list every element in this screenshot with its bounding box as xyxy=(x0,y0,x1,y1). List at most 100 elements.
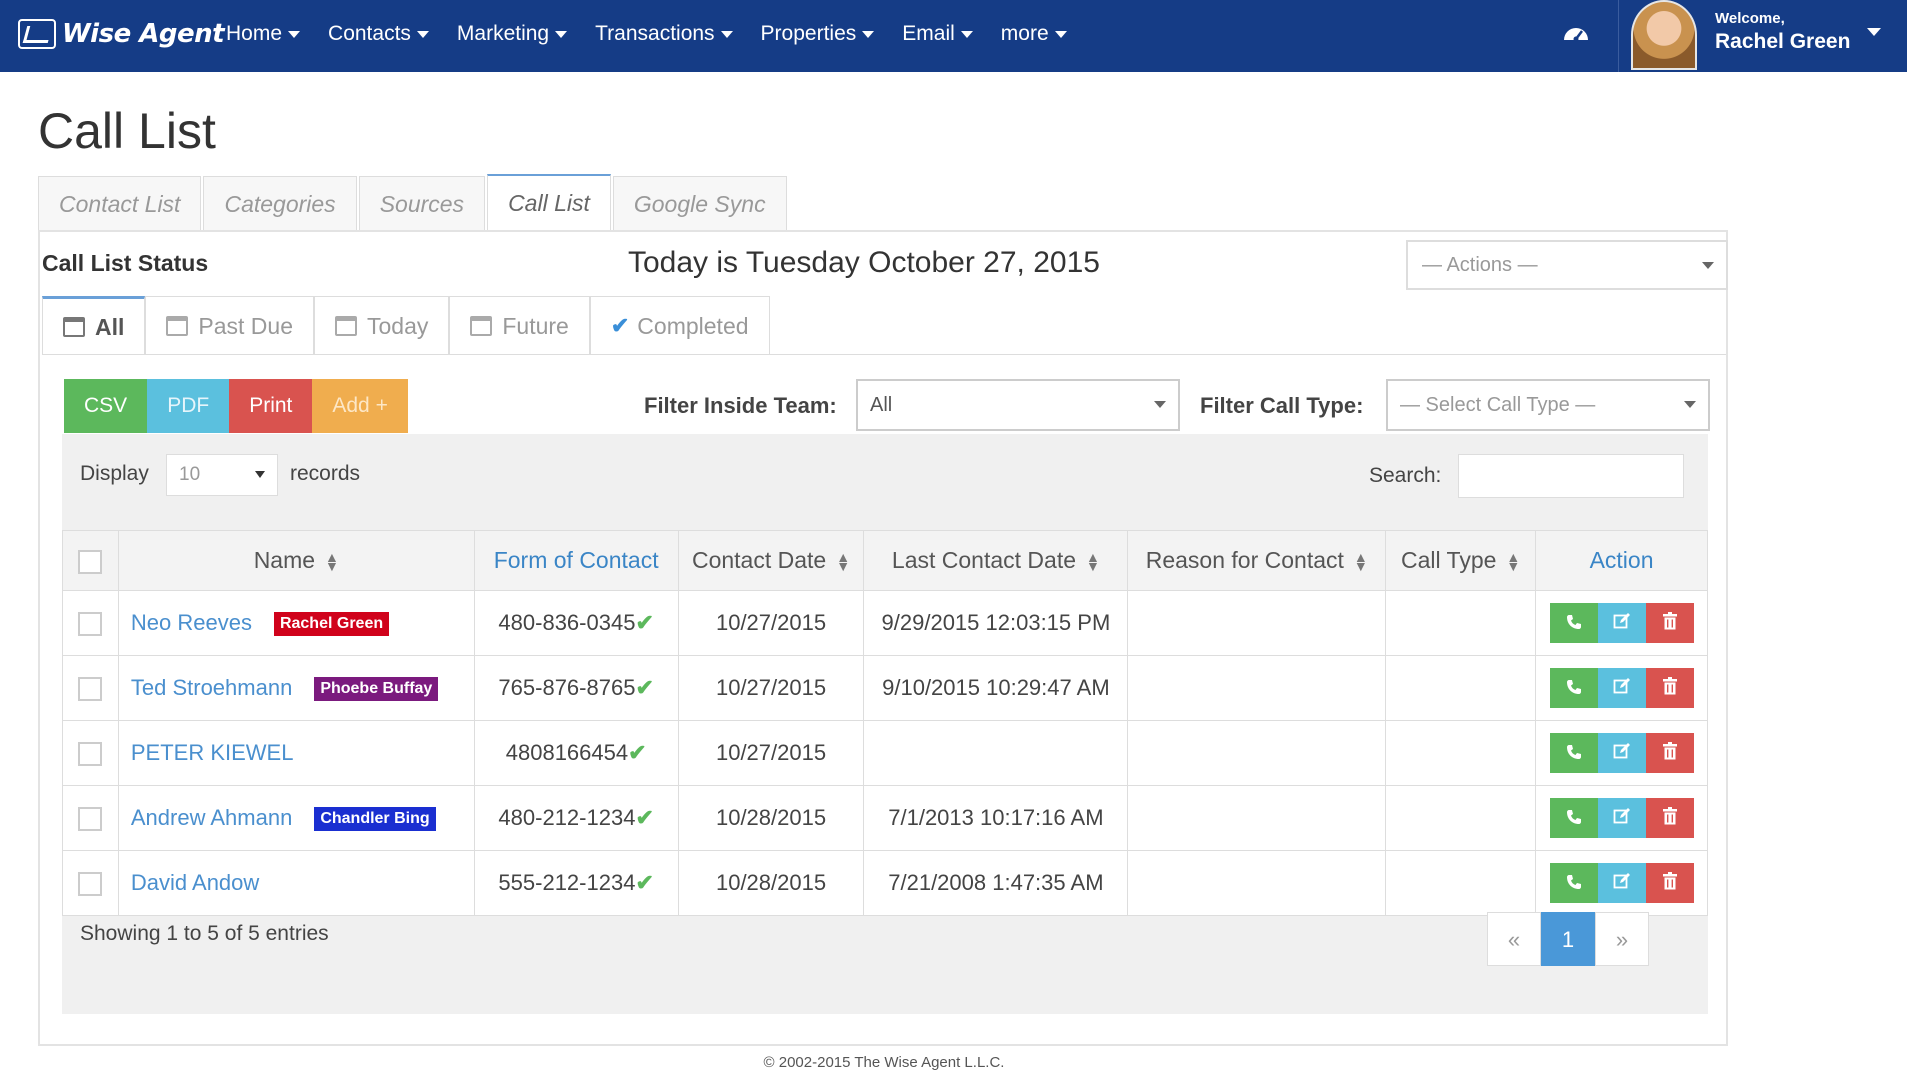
phone-number[interactable]: 480-212-1234 xyxy=(498,805,635,830)
name-header[interactable]: Name ▲ ▼ xyxy=(117,530,475,591)
contact-name-link[interactable]: David Andow xyxy=(131,870,259,895)
filter-tab-past-due[interactable]: Past Due xyxy=(145,296,314,354)
delete-button[interactable] xyxy=(1645,863,1694,903)
phone-icon xyxy=(1566,610,1582,636)
delete-button[interactable] xyxy=(1645,798,1694,838)
row-checkbox[interactable] xyxy=(78,742,103,767)
search-input[interactable] xyxy=(1458,454,1684,498)
call-button[interactable] xyxy=(1549,863,1598,903)
nav-contacts[interactable]: Contacts xyxy=(328,22,429,46)
edit-button[interactable] xyxy=(1597,863,1646,903)
contact-name-link[interactable]: PETER KIEWEL xyxy=(131,740,294,765)
phone-number[interactable]: 765-876-8765 xyxy=(498,675,635,700)
last-contact-date-cell: 9/10/2015 10:29:47 AM xyxy=(863,655,1129,721)
form-of-contact-cell: 480-212-1234✔ xyxy=(473,785,679,851)
phone-number[interactable]: 555-212-1234 xyxy=(498,870,635,895)
row-select-cell xyxy=(62,850,119,916)
calendar-icon xyxy=(470,315,493,336)
page-title: Call List xyxy=(38,103,216,159)
csv-button[interactable]: CSV xyxy=(64,379,148,433)
user-menu[interactable]: Welcome, Rachel Green xyxy=(1618,0,1907,72)
avatar[interactable] xyxy=(1631,0,1697,70)
tab-contact-list[interactable]: Contact List xyxy=(38,176,202,230)
delete-button[interactable] xyxy=(1645,668,1694,708)
print-button[interactable]: Print xyxy=(229,379,313,433)
filter-tab-future[interactable]: Future xyxy=(449,296,590,354)
edit-button[interactable] xyxy=(1597,733,1646,773)
action-cell xyxy=(1535,720,1708,786)
reason-cell xyxy=(1127,590,1387,656)
pdf-button[interactable]: PDF xyxy=(147,379,230,433)
form-of-contact-cell: 765-876-8765✔ xyxy=(473,655,679,721)
caret-down-icon xyxy=(960,30,973,38)
calendar-icon xyxy=(166,315,189,336)
call-button[interactable] xyxy=(1549,733,1598,773)
check-icon: ✔ xyxy=(635,610,654,635)
edit-button[interactable] xyxy=(1597,668,1646,708)
add-button[interactable]: Add + xyxy=(312,379,408,433)
contact-date-cell: 10/28/2015 xyxy=(677,850,865,916)
filter-team-select[interactable]: All xyxy=(856,379,1180,431)
phone-number[interactable]: 480-836-0345 xyxy=(498,610,635,635)
contact-date-cell: 10/27/2015 xyxy=(677,720,865,786)
contact-name-link[interactable]: Neo Reeves xyxy=(131,610,252,635)
row-checkbox[interactable] xyxy=(78,677,103,702)
records-per-page-select[interactable]: 10 xyxy=(166,454,278,496)
nav-more[interactable]: more xyxy=(1001,22,1067,46)
nav-properties[interactable]: Properties xyxy=(761,22,875,46)
nav-email[interactable]: Email xyxy=(902,22,973,46)
call-type-cell xyxy=(1385,850,1537,916)
table-area: Display 10 records Search: Name ▲ ▼ Form o… xyxy=(62,434,1708,1014)
tab-sources[interactable]: Sources xyxy=(358,176,486,230)
tab-categories[interactable]: Categories xyxy=(203,176,357,230)
check-icon: ✔ xyxy=(635,675,654,700)
filter-tab-today[interactable]: Today xyxy=(314,296,450,354)
last-contact-date-cell: 7/1/2013 10:17:16 AM xyxy=(863,785,1129,851)
row-checkbox[interactable] xyxy=(78,612,103,637)
prev-page-button[interactable]: « xyxy=(1487,912,1541,966)
sort-icon: ▲ ▼ xyxy=(836,548,851,574)
filter-tab-completed[interactable]: ✔ Completed xyxy=(589,296,770,354)
contact-date-header[interactable]: Contact Date ▲ ▼ xyxy=(677,530,865,591)
user-name: Rachel Green xyxy=(1715,30,1851,53)
nav-transactions[interactable]: Transactions xyxy=(595,22,733,46)
call-button[interactable] xyxy=(1549,668,1598,708)
nav-home[interactable]: Home xyxy=(226,22,301,46)
call-button[interactable] xyxy=(1549,798,1598,838)
caret-down-icon xyxy=(1702,262,1714,269)
nav-marketing[interactable]: Marketing xyxy=(457,22,568,46)
page-1-button[interactable]: 1 xyxy=(1541,912,1595,966)
sort-icon: ▲ ▼ xyxy=(1506,548,1521,574)
select-all-checkbox[interactable] xyxy=(78,549,103,574)
filter-call-type-select[interactable]: — Select Call Type — xyxy=(1386,379,1710,431)
row-checkbox[interactable] xyxy=(78,872,103,897)
tab-call-list[interactable]: Call List xyxy=(487,174,611,232)
last-contact-date-header[interactable]: Last Contact Date ▲ ▼ xyxy=(863,530,1129,591)
tab-google-sync[interactable]: Google Sync xyxy=(612,176,787,230)
phone-number[interactable]: 4808166454 xyxy=(506,740,628,765)
call-button[interactable] xyxy=(1549,603,1598,643)
contact-name-link[interactable]: Andrew Ahmann xyxy=(131,805,292,830)
call-type-header[interactable]: Call Type ▲ ▼ xyxy=(1385,530,1537,591)
edit-icon xyxy=(1613,610,1631,636)
edit-button[interactable] xyxy=(1597,603,1646,643)
call-type-cell xyxy=(1385,785,1537,851)
delete-button[interactable] xyxy=(1645,603,1694,643)
call-list-status-label: Call List Status xyxy=(42,250,209,276)
delete-button[interactable] xyxy=(1645,733,1694,773)
form-of-contact-cell: 4808166454✔ xyxy=(473,720,679,786)
row-checkbox[interactable] xyxy=(78,807,103,832)
call-type-cell xyxy=(1385,720,1537,786)
next-page-button[interactable]: » xyxy=(1595,912,1649,966)
caret-down-icon[interactable] xyxy=(1867,28,1881,36)
table-row: David Andow 555-212-1234✔ 10/28/2015 7/21/2… xyxy=(62,850,1708,916)
edit-button[interactable] xyxy=(1597,798,1646,838)
calendar-icon xyxy=(63,316,85,337)
filter-tab-all[interactable]: All xyxy=(42,296,146,354)
actions-dropdown[interactable]: — Actions — xyxy=(1406,240,1728,290)
wise-agent-logo[interactable]: Wise Agent xyxy=(18,16,225,52)
dashboard-gauge-icon[interactable] xyxy=(1562,22,1590,44)
form-of-contact-header[interactable]: Form of Contact xyxy=(473,530,679,591)
contact-name-link[interactable]: Ted Stroehmann xyxy=(131,675,292,700)
reason-header[interactable]: Reason for Contact ▲ ▼ xyxy=(1127,530,1387,591)
